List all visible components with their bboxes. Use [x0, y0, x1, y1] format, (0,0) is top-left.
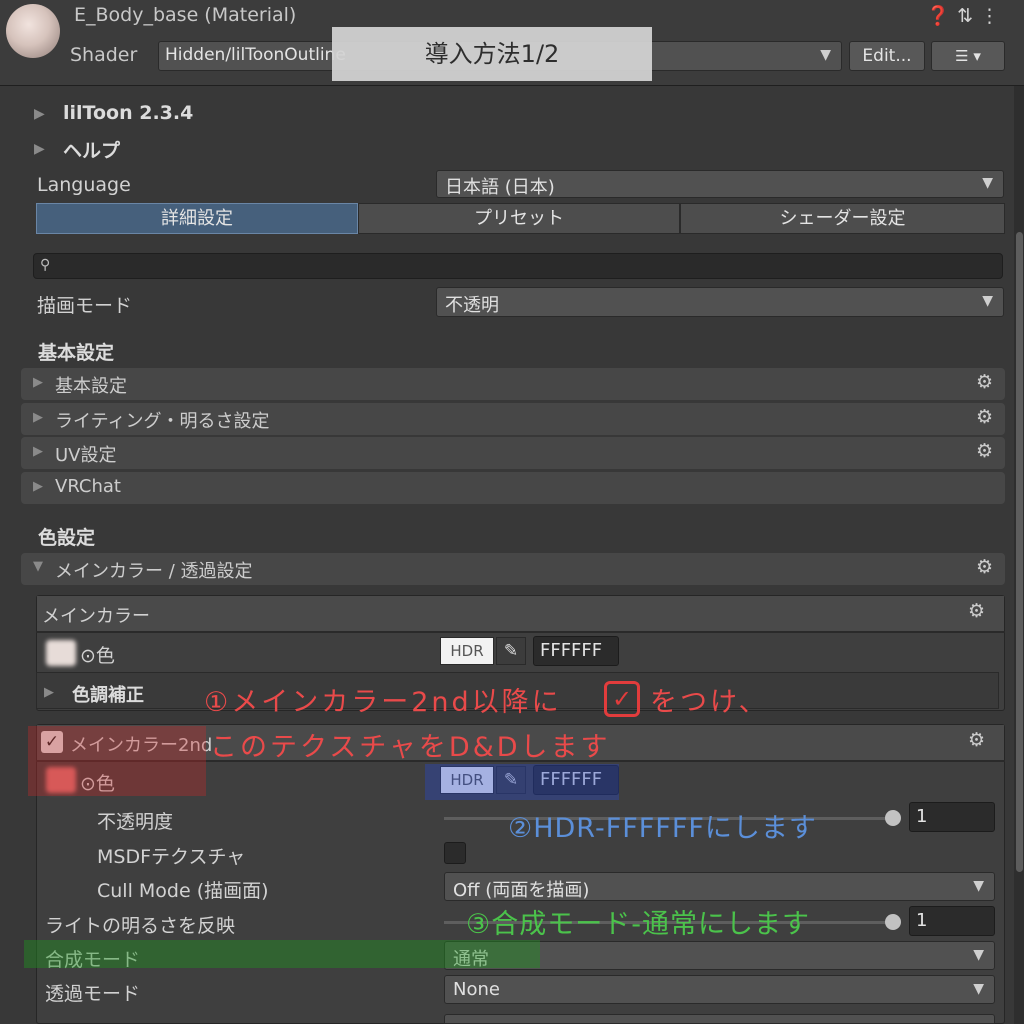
- chevron-down-icon: ▼: [973, 878, 984, 894]
- material-title: E_Body_base (Material): [74, 4, 297, 26]
- preset-sliders-icon[interactable]: ⇅: [957, 5, 980, 27]
- annotation-step2: ②HDR-FFFFFFにします: [508, 813, 817, 844]
- section-bar-vrchat[interactable]: ▶ VRChat: [21, 472, 1005, 504]
- light-value-field[interactable]: 1: [909, 906, 995, 936]
- annotation-step3: ③合成モード-通常にします: [466, 909, 810, 940]
- section-bar-label: UV設定: [55, 445, 117, 466]
- help-icon[interactable]: ❓: [926, 5, 957, 27]
- foldout-open-triangle-icon: ▼: [33, 559, 43, 574]
- highlight-hdr-color: [425, 764, 619, 800]
- alpha-mode-label: 透過モード: [45, 983, 141, 1005]
- annotation-step1-line1-end: をつけ、: [650, 687, 769, 718]
- next-dropdown-cutoff[interactable]: [444, 1014, 995, 1024]
- eyedropper-icon[interactable]: ✎: [496, 637, 526, 665]
- highlight-blend-mode: [24, 940, 540, 968]
- gear-icon[interactable]: ⚙: [976, 440, 993, 462]
- light-slider-knob[interactable]: [885, 914, 901, 930]
- annotation-step1-line1: ①メインカラー2nd以降に: [204, 687, 562, 718]
- section-bar-label: 基本設定: [55, 376, 127, 397]
- alpha-mode-dropdown[interactable]: None ▼: [444, 975, 995, 1004]
- tab-shader-settings[interactable]: シェーダー設定: [680, 203, 1005, 234]
- cull-mode-dropdown[interactable]: Off (両面を描画) ▼: [444, 872, 995, 901]
- chevron-down-icon: ▼: [982, 175, 993, 191]
- material-preview-thumbnail: [6, 4, 60, 58]
- annotation-checkmark-icon: ✓: [604, 681, 640, 717]
- render-mode-dropdown[interactable]: 不透明 ▼: [436, 287, 1004, 317]
- search-icon: ⚲: [40, 257, 51, 273]
- foldout-triangle-icon: ▶: [33, 444, 43, 459]
- render-mode-label: 描画モード: [37, 295, 133, 317]
- section-bar-label: メインカラー / 透過設定: [55, 561, 253, 582]
- search-input[interactable]: ⚲: [33, 253, 1003, 279]
- tab-presets[interactable]: プリセット: [358, 203, 680, 234]
- main-color-title: メインカラー: [42, 606, 150, 627]
- opacity-label: 不透明度: [97, 811, 174, 833]
- main-color-hdr-swatch[interactable]: HDR: [440, 637, 494, 665]
- language-dropdown[interactable]: 日本語 (日本) ▼: [436, 170, 1004, 198]
- opacity-value-field[interactable]: 1: [909, 802, 995, 832]
- highlight-main-color-2nd: [28, 726, 206, 796]
- foldout-triangle-icon: ▶: [33, 375, 43, 390]
- section-heading-basic: 基本設定: [38, 342, 115, 364]
- foldout-version[interactable]: lilToon 2.3.4: [63, 102, 193, 124]
- main-texture-thumbnail[interactable]: [46, 640, 76, 666]
- chevron-down-icon: ▼: [973, 981, 984, 997]
- section-bar-uv[interactable]: ▶ UV設定 ⚙: [21, 437, 1005, 469]
- tab-advanced-settings[interactable]: 詳細設定: [36, 203, 358, 234]
- shader-label: Shader: [70, 44, 138, 66]
- cull-mode-value: Off (両面を描画): [453, 880, 590, 901]
- section-bar-label: ライティング・明るさ設定: [55, 411, 270, 432]
- section-bar-lighting[interactable]: ▶ ライティング・明るさ設定 ⚙: [21, 403, 1005, 435]
- foldout-triangle-icon[interactable]: ▶: [34, 106, 45, 122]
- section-bar-label: VRChat: [55, 476, 121, 497]
- opacity-slider-knob[interactable]: [885, 810, 901, 826]
- alpha-mode-value: None: [453, 979, 500, 1000]
- header-icon-group: ❓⇅⋮: [926, 4, 1006, 27]
- header-menu-button[interactable]: ☰ ▾: [931, 41, 1005, 71]
- foldout-triangle-icon: ▶: [33, 410, 43, 425]
- light-brightness-label: ライトの明るさを反映: [45, 915, 236, 937]
- scrollbar-thumb[interactable]: [1016, 232, 1023, 872]
- gear-icon[interactable]: ⚙: [968, 600, 985, 622]
- section-bar-main-color-alpha[interactable]: ▼ メインカラー / 透過設定 ⚙: [21, 553, 1005, 585]
- section-bar-basic[interactable]: ▶ 基本設定 ⚙: [21, 368, 1005, 400]
- section-heading-color: 色設定: [38, 527, 96, 549]
- cull-mode-label: Cull Mode (描画面): [97, 880, 269, 902]
- more-vertical-icon[interactable]: ⋮: [980, 5, 1006, 27]
- gear-icon[interactable]: ⚙: [968, 729, 985, 751]
- main-color-box-header: [37, 596, 1004, 632]
- render-mode-value: 不透明: [445, 295, 499, 316]
- gear-icon[interactable]: ⚙: [976, 556, 993, 578]
- foldout-triangle-icon[interactable]: ▶: [44, 685, 54, 700]
- gear-icon[interactable]: ⚙: [976, 371, 993, 393]
- chevron-down-icon: ▼: [820, 47, 831, 63]
- chevron-down-icon: ▼: [982, 293, 993, 309]
- foldout-triangle-icon[interactable]: ▶: [34, 141, 45, 157]
- foldout-triangle-icon: ▶: [33, 479, 43, 494]
- gear-icon[interactable]: ⚙: [976, 406, 993, 428]
- divider: [36, 631, 1005, 633]
- shader-value: Hidden/lilToonOutline: [165, 45, 346, 65]
- main-color-label: ⊙色: [80, 645, 115, 667]
- annotation-step1-line2: このテクスチャをD&Dします: [210, 732, 611, 763]
- chevron-down-icon: ▼: [973, 947, 984, 963]
- tutorial-title-banner: 導入方法1/2: [332, 27, 652, 81]
- language-label: Language: [37, 174, 131, 196]
- language-value: 日本語 (日本): [445, 177, 555, 198]
- edit-shader-button[interactable]: Edit...: [849, 41, 925, 71]
- main-color-hex-field[interactable]: FFFFFF: [533, 636, 619, 666]
- msdf-checkbox[interactable]: [444, 842, 466, 864]
- tone-correction-foldout[interactable]: 色調補正: [72, 681, 144, 707]
- msdf-label: MSDFテクスチャ: [97, 846, 246, 868]
- foldout-help[interactable]: ヘルプ: [63, 136, 120, 163]
